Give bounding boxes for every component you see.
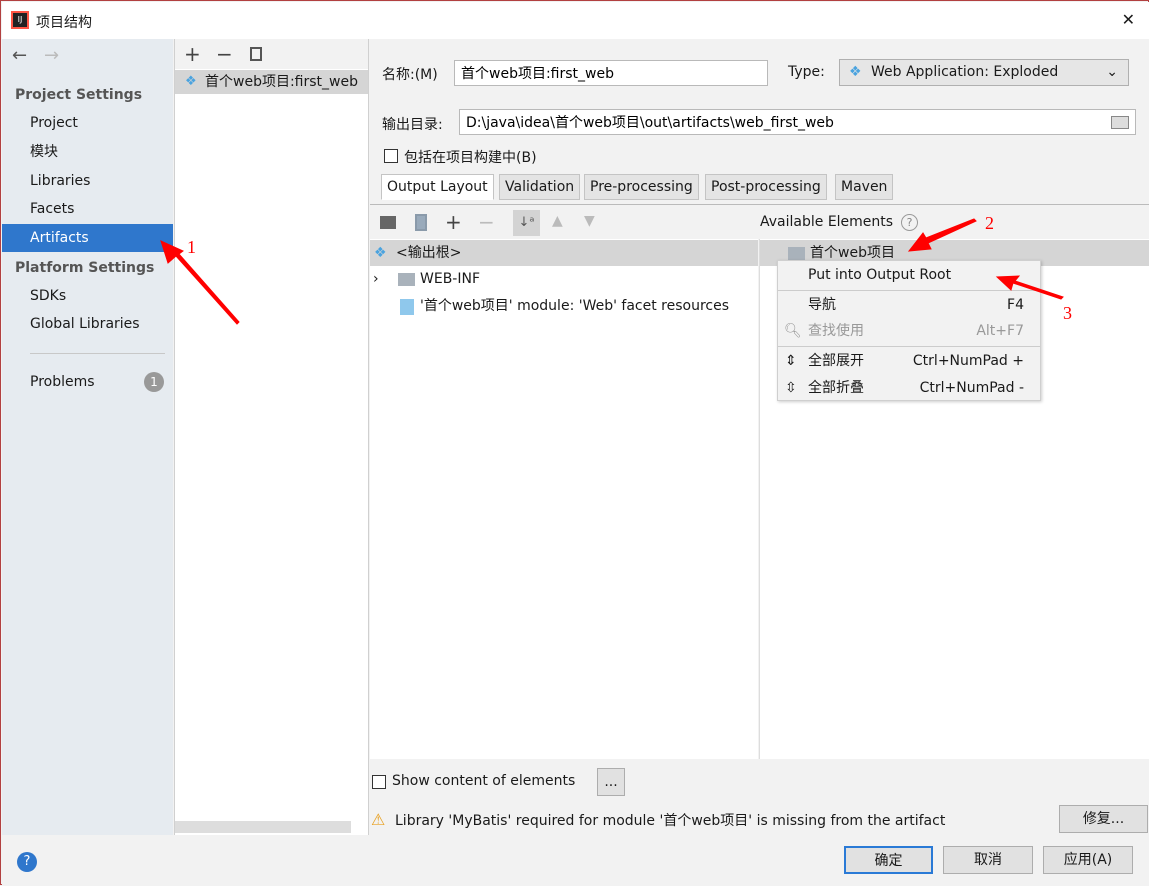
- annotation-label-2: 2: [985, 213, 994, 233]
- annotation-label-3: 3: [1063, 303, 1072, 323]
- annotation-arrow-1: [160, 240, 240, 325]
- project-structure-window: IJ 项目结构 ✕ ← → Project Settings Project 模…: [0, 0, 1149, 885]
- annotation-arrow-3: [995, 275, 1064, 300]
- annotation-label-1: 1: [187, 237, 196, 257]
- annotation-arrows: 1 2 3: [160, 213, 1072, 325]
- annotation-arrow-2: [907, 218, 977, 252]
